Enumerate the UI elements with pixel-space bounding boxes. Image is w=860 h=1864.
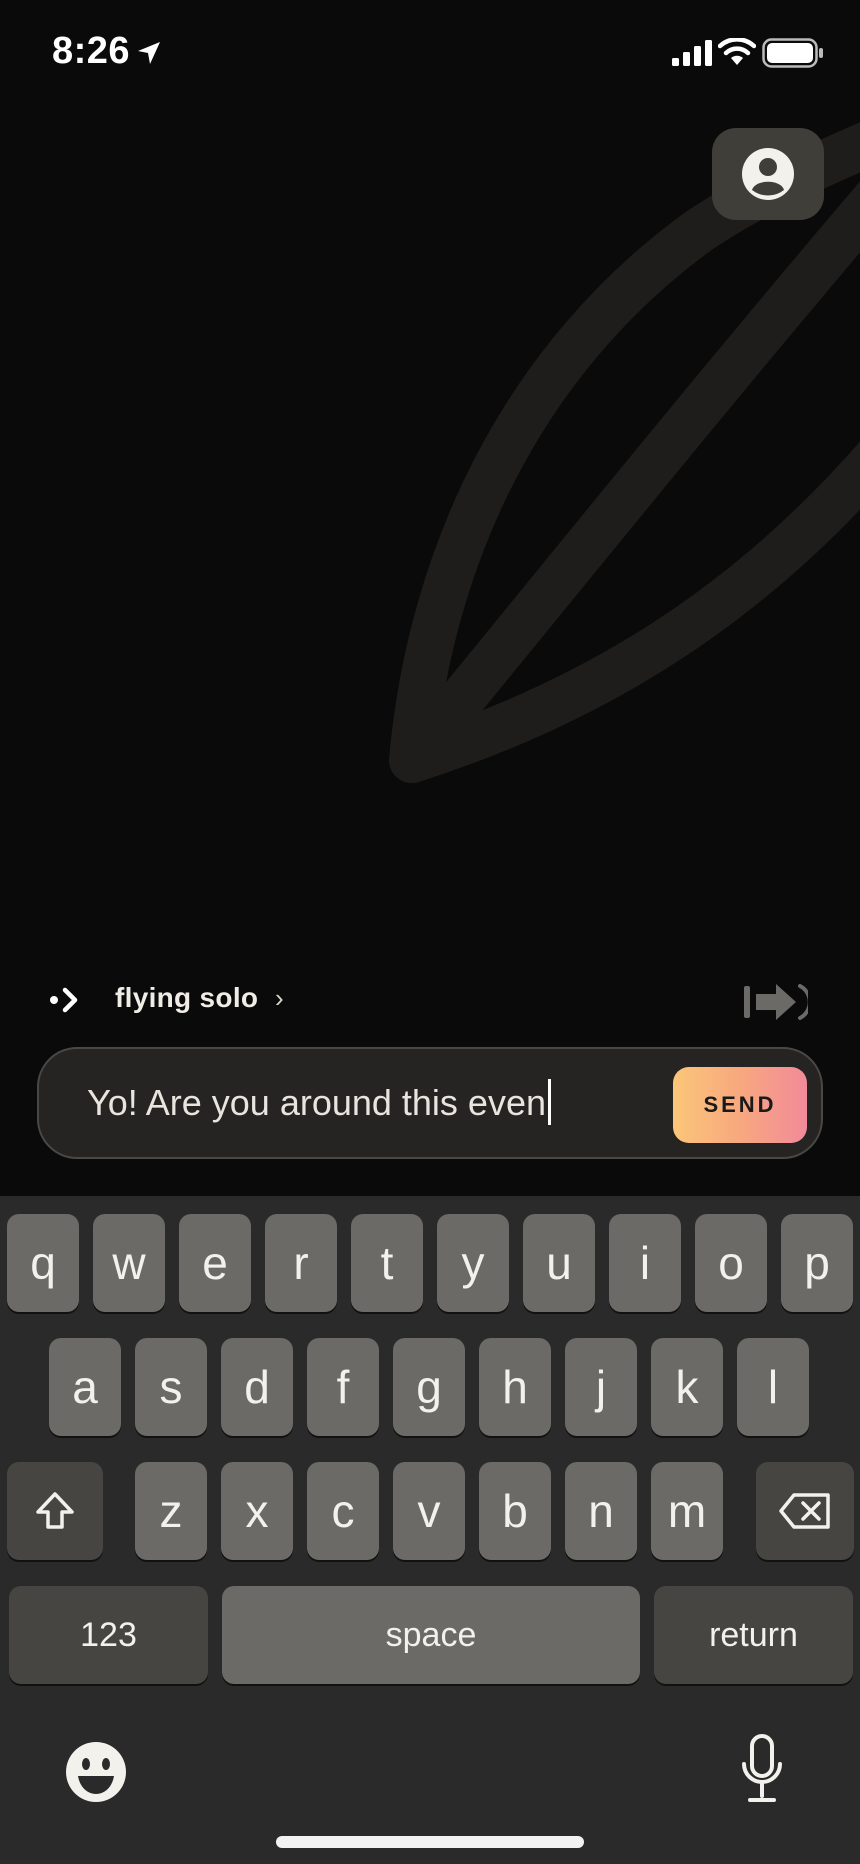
key-d[interactable]: d (221, 1338, 293, 1436)
key-y[interactable]: y (437, 1214, 509, 1312)
key-t[interactable]: t (351, 1214, 423, 1312)
key-w[interactable]: w (93, 1214, 165, 1312)
backspace-icon (779, 1493, 830, 1529)
mode-label[interactable]: flying solo (115, 982, 258, 1014)
location-arrow-icon (138, 42, 160, 64)
key-r[interactable]: r (265, 1214, 337, 1312)
backspace-key[interactable] (756, 1462, 854, 1560)
wifi-icon (718, 38, 756, 65)
key-l[interactable]: l (737, 1338, 809, 1436)
home-indicator[interactable] (276, 1836, 584, 1848)
battery-icon (762, 38, 823, 68)
message-text: Yo! Are you around this even (87, 1082, 546, 1123)
key-u[interactable]: u (523, 1214, 595, 1312)
numbers-key[interactable]: 123 (9, 1586, 208, 1684)
message-input[interactable]: Yo! Are you around this even (87, 1079, 551, 1125)
emoji-icon[interactable] (64, 1740, 128, 1804)
cellular-signal-icon (672, 40, 712, 66)
keyboard: qwertyuiop asdfghjkl zxcvbnm 123 space r… (0, 1196, 860, 1864)
key-i[interactable]: i (609, 1214, 681, 1312)
key-s[interactable]: s (135, 1338, 207, 1436)
profile-button[interactable] (712, 128, 824, 220)
key-z[interactable]: z (135, 1462, 207, 1560)
key-m[interactable]: m (651, 1462, 723, 1560)
status-bar: 8:26 (0, 0, 860, 110)
key-f[interactable]: f (307, 1338, 379, 1436)
key-k[interactable]: k (651, 1338, 723, 1436)
key-c[interactable]: c (307, 1462, 379, 1560)
key-p[interactable]: p (781, 1214, 853, 1312)
shift-icon (36, 1492, 74, 1529)
key-v[interactable]: v (393, 1462, 465, 1560)
user-avatar-icon (742, 148, 794, 200)
mode-row: flying solo › (0, 960, 860, 1042)
key-h[interactable]: h (479, 1338, 551, 1436)
key-q[interactable]: q (7, 1214, 79, 1312)
message-composer: Yo! Are you around this even SEND (37, 1047, 823, 1159)
send-button[interactable]: SEND (673, 1067, 807, 1143)
exit-arrow-icon[interactable] (742, 980, 808, 1024)
return-key[interactable]: return (654, 1586, 853, 1684)
key-e[interactable]: e (179, 1214, 251, 1312)
shift-key[interactable] (7, 1462, 103, 1560)
chevron-right-icon[interactable]: › (275, 983, 284, 1014)
status-time: 8:26 (52, 30, 131, 72)
key-a[interactable]: a (49, 1338, 121, 1436)
dot-arrow-icon[interactable] (50, 986, 82, 1014)
microphone-icon[interactable] (738, 1734, 786, 1806)
space-key[interactable]: space (222, 1586, 640, 1684)
key-n[interactable]: n (565, 1462, 637, 1560)
key-b[interactable]: b (479, 1462, 551, 1560)
key-g[interactable]: g (393, 1338, 465, 1436)
text-caret (548, 1079, 551, 1125)
key-j[interactable]: j (565, 1338, 637, 1436)
key-o[interactable]: o (695, 1214, 767, 1312)
key-x[interactable]: x (221, 1462, 293, 1560)
